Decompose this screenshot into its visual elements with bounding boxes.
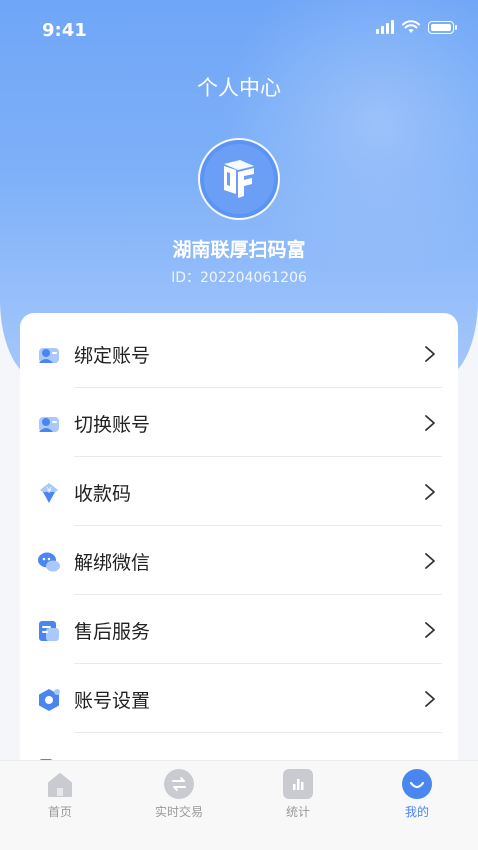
chevron-right-icon	[425, 415, 435, 431]
smile-user-icon	[402, 769, 432, 799]
menu-item-unbind-wechat[interactable]: 解绑微信	[20, 526, 458, 595]
menu-item-label: 账号设置	[74, 690, 151, 712]
user-name: 湖南联厚扫码富	[172, 239, 306, 261]
tab-mine[interactable]: 我的	[377, 769, 457, 820]
chevron-right-icon	[425, 553, 435, 569]
menu-item-label: 收款码	[74, 483, 132, 505]
tab-label: 首页	[47, 805, 72, 819]
page-title: 个人中心	[197, 76, 281, 100]
chevron-right-icon	[425, 691, 435, 707]
menu-item-bind-account[interactable]: 绑定账号	[20, 319, 458, 388]
status-time: 9:41	[42, 20, 87, 41]
menu-item-label: 解绑微信	[74, 552, 151, 574]
menu-item-account-settings[interactable]: 账号设置	[20, 664, 458, 733]
user-id: ID：202204061206	[171, 270, 307, 286]
menu-item-switch-account[interactable]: 切换账号	[20, 388, 458, 457]
tab-label: 实时交易	[154, 805, 203, 819]
user-card-icon	[39, 348, 59, 363]
brand-logo-icon	[224, 160, 254, 198]
chevron-right-icon	[425, 346, 435, 362]
tab-label: 我的	[404, 805, 429, 819]
avatar[interactable]	[198, 138, 280, 220]
menu-item-label: 绑定账号	[74, 345, 151, 367]
tab-home[interactable]: 首页	[20, 769, 100, 820]
cellular-signal-icon	[376, 20, 394, 34]
exchange-icon	[164, 769, 194, 799]
yuan-collect-icon: ¥	[40, 483, 58, 503]
menu-item-after-sales[interactable]: 售后服务	[20, 595, 458, 664]
battery-icon	[428, 20, 457, 34]
chevron-right-icon	[425, 622, 435, 638]
status-icons	[376, 20, 457, 34]
menu-item-payment-code[interactable]: ¥ 收款码	[20, 457, 458, 526]
service-doc-icon	[39, 621, 59, 641]
settings-hex-icon	[39, 689, 60, 711]
menu-item-label: 切换账号	[74, 414, 151, 436]
chart-icon	[283, 769, 313, 799]
chevron-right-icon	[425, 484, 435, 500]
svg-text:¥: ¥	[46, 486, 51, 495]
menu-card: 绑定账号 切换账号 ¥ 收款码 解绑微信 售后服务 账号设置	[20, 313, 458, 773]
tab-bar: 首页 实时交易 统计 我的	[0, 760, 478, 850]
wifi-icon	[402, 20, 420, 33]
tab-statistics[interactable]: 统计	[258, 769, 338, 820]
wechat-icon	[38, 552, 60, 572]
menu-item-label: 售后服务	[74, 621, 151, 643]
home-icon	[45, 769, 75, 799]
switch-user-icon	[39, 417, 59, 432]
status-bar: 9:41	[0, 0, 478, 60]
tab-label: 统计	[285, 805, 310, 819]
tab-realtime-trade[interactable]: 实时交易	[139, 769, 219, 820]
